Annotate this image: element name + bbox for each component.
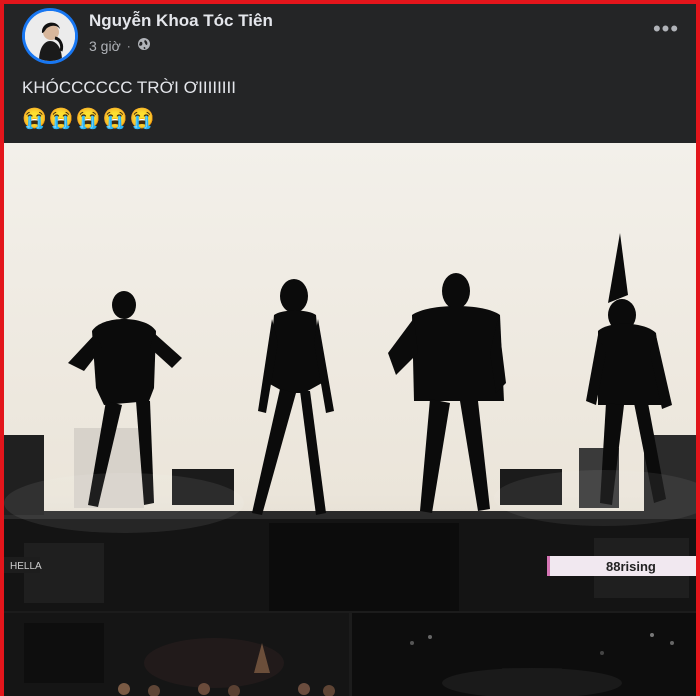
post-media-grid: HELLA 88rising bbox=[4, 143, 696, 696]
author-avatar[interactable] bbox=[22, 8, 78, 64]
post-header: Nguyễn Khoa Tóc Tiên 3 giờ · ••• bbox=[4, 4, 696, 68]
coachella-watermark: HELLA bbox=[10, 561, 42, 572]
88rising-watermark: 88rising bbox=[606, 559, 656, 574]
post-meta: 3 giờ · bbox=[89, 37, 151, 54]
post-time[interactable]: 3 giờ bbox=[89, 38, 121, 54]
caption-emojis: 😭😭😭😭😭 bbox=[22, 108, 157, 130]
meta-separator: · bbox=[126, 38, 131, 53]
facebook-post: Nguyễn Khoa Tóc Tiên 3 giờ · ••• KHÓCCCC… bbox=[4, 4, 696, 696]
more-options-button[interactable]: ••• bbox=[648, 18, 684, 46]
thumbnail-photo-2[interactable] bbox=[352, 613, 696, 696]
author-name[interactable]: Nguyễn Khoa Tóc Tiên bbox=[89, 11, 273, 31]
globe-icon[interactable] bbox=[137, 37, 151, 54]
main-photo[interactable]: HELLA 88rising bbox=[4, 143, 696, 611]
post-caption: KHÓCCCCCC TRỜI ƠIIIIIIII bbox=[22, 78, 236, 97]
thumbnail-photo-1[interactable] bbox=[4, 613, 349, 696]
